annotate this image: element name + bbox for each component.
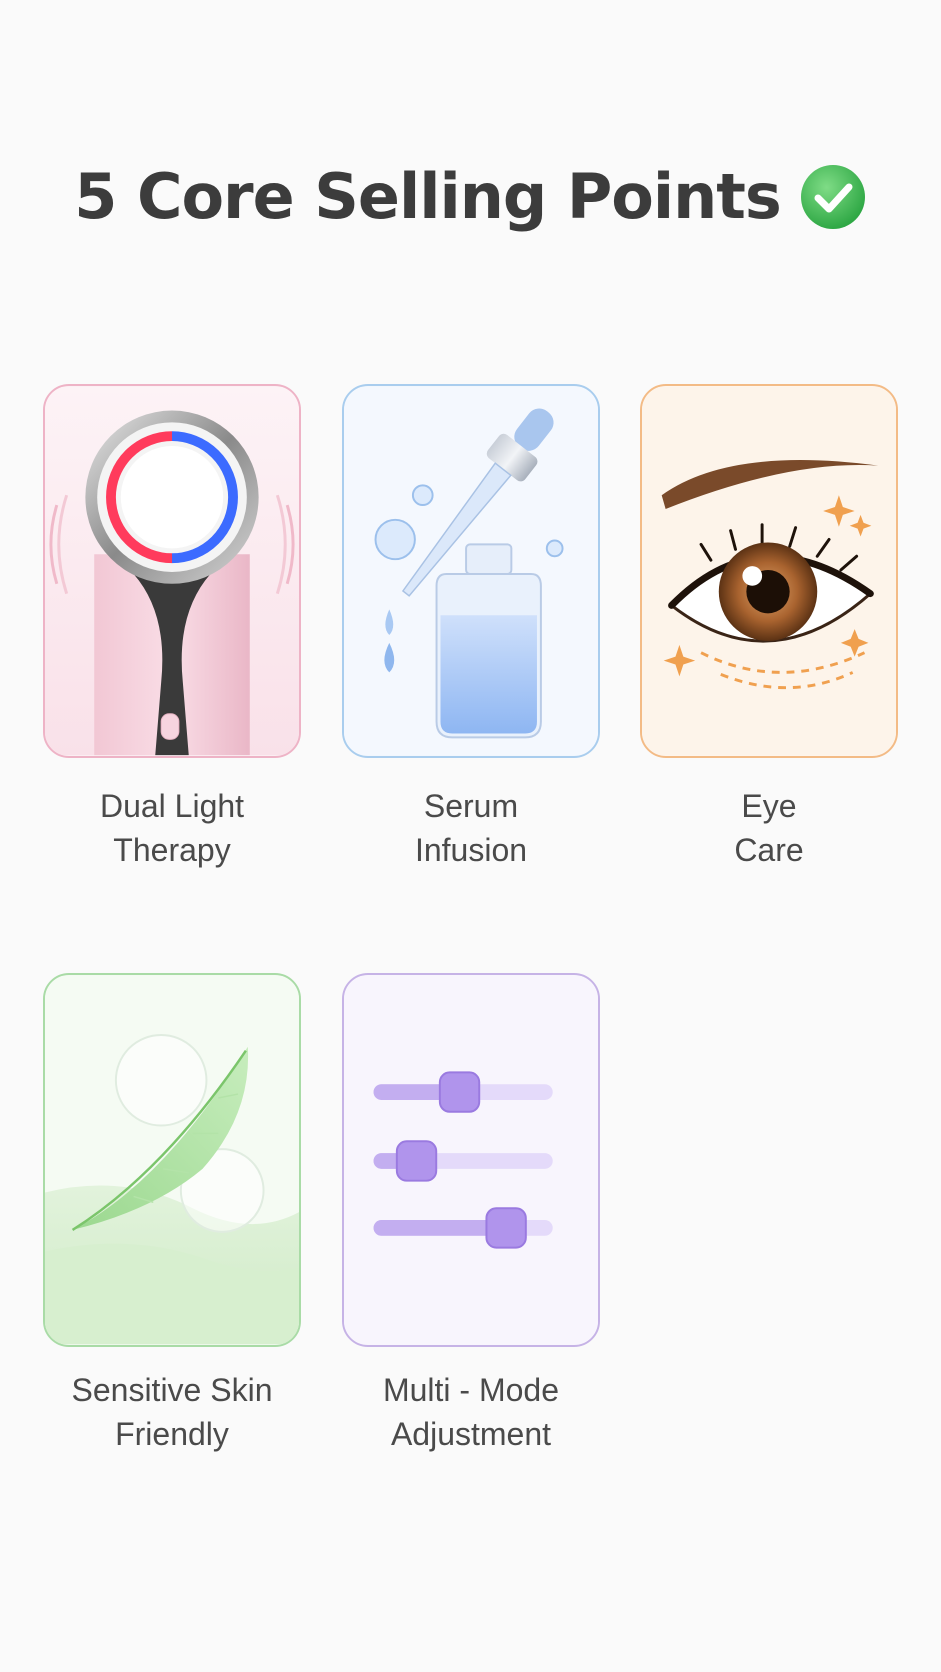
feature-label-line1: Serum bbox=[423, 788, 519, 824]
eye-icon bbox=[642, 386, 896, 756]
light-therapy-device-icon bbox=[45, 386, 299, 756]
feature-label: Eye Care bbox=[619, 784, 919, 872]
feature-label-line2: Infusion bbox=[414, 832, 528, 868]
slider-knob bbox=[438, 1071, 481, 1113]
feature-label-line2: Care bbox=[734, 832, 804, 868]
feature-label-line1: Eye bbox=[741, 788, 797, 824]
page-title: 5 Core Selling Points bbox=[74, 160, 782, 233]
card-eye-care bbox=[640, 384, 898, 758]
slider-group bbox=[373, 1071, 553, 1249]
slider-knob bbox=[395, 1140, 438, 1182]
card-serum-infusion bbox=[342, 384, 600, 758]
feature-label-line2: Friendly bbox=[115, 1416, 229, 1452]
feature-label-line2: Therapy bbox=[113, 832, 231, 868]
card-sensitive-skin-friendly bbox=[43, 973, 301, 1347]
feature-label: Multi - Mode Adjustment bbox=[321, 1368, 621, 1456]
page: 5 Core Selling Points Dual Light Therapy… bbox=[0, 0, 941, 1672]
sliders-icon bbox=[344, 975, 598, 1345]
card-multi-mode-adjustment bbox=[342, 973, 600, 1347]
feature-label-line1: Dual Light bbox=[99, 788, 245, 824]
title-row: 5 Core Selling Points bbox=[0, 160, 941, 233]
serum-dropper-icon bbox=[344, 386, 598, 756]
check-icon bbox=[799, 163, 867, 231]
feature-label: Sensitive Skin Friendly bbox=[22, 1368, 322, 1456]
card-dual-light-therapy bbox=[43, 384, 301, 758]
feature-label-line1: Sensitive Skin bbox=[71, 1372, 273, 1408]
feather-icon bbox=[45, 975, 299, 1345]
feature-label-line2: Adjustment bbox=[390, 1416, 552, 1452]
feature-label: Dual Light Therapy bbox=[22, 784, 322, 872]
slider-knob bbox=[485, 1207, 527, 1249]
feature-label-line1: Multi - Mode bbox=[382, 1372, 560, 1408]
feature-label: Serum Infusion bbox=[321, 784, 621, 872]
